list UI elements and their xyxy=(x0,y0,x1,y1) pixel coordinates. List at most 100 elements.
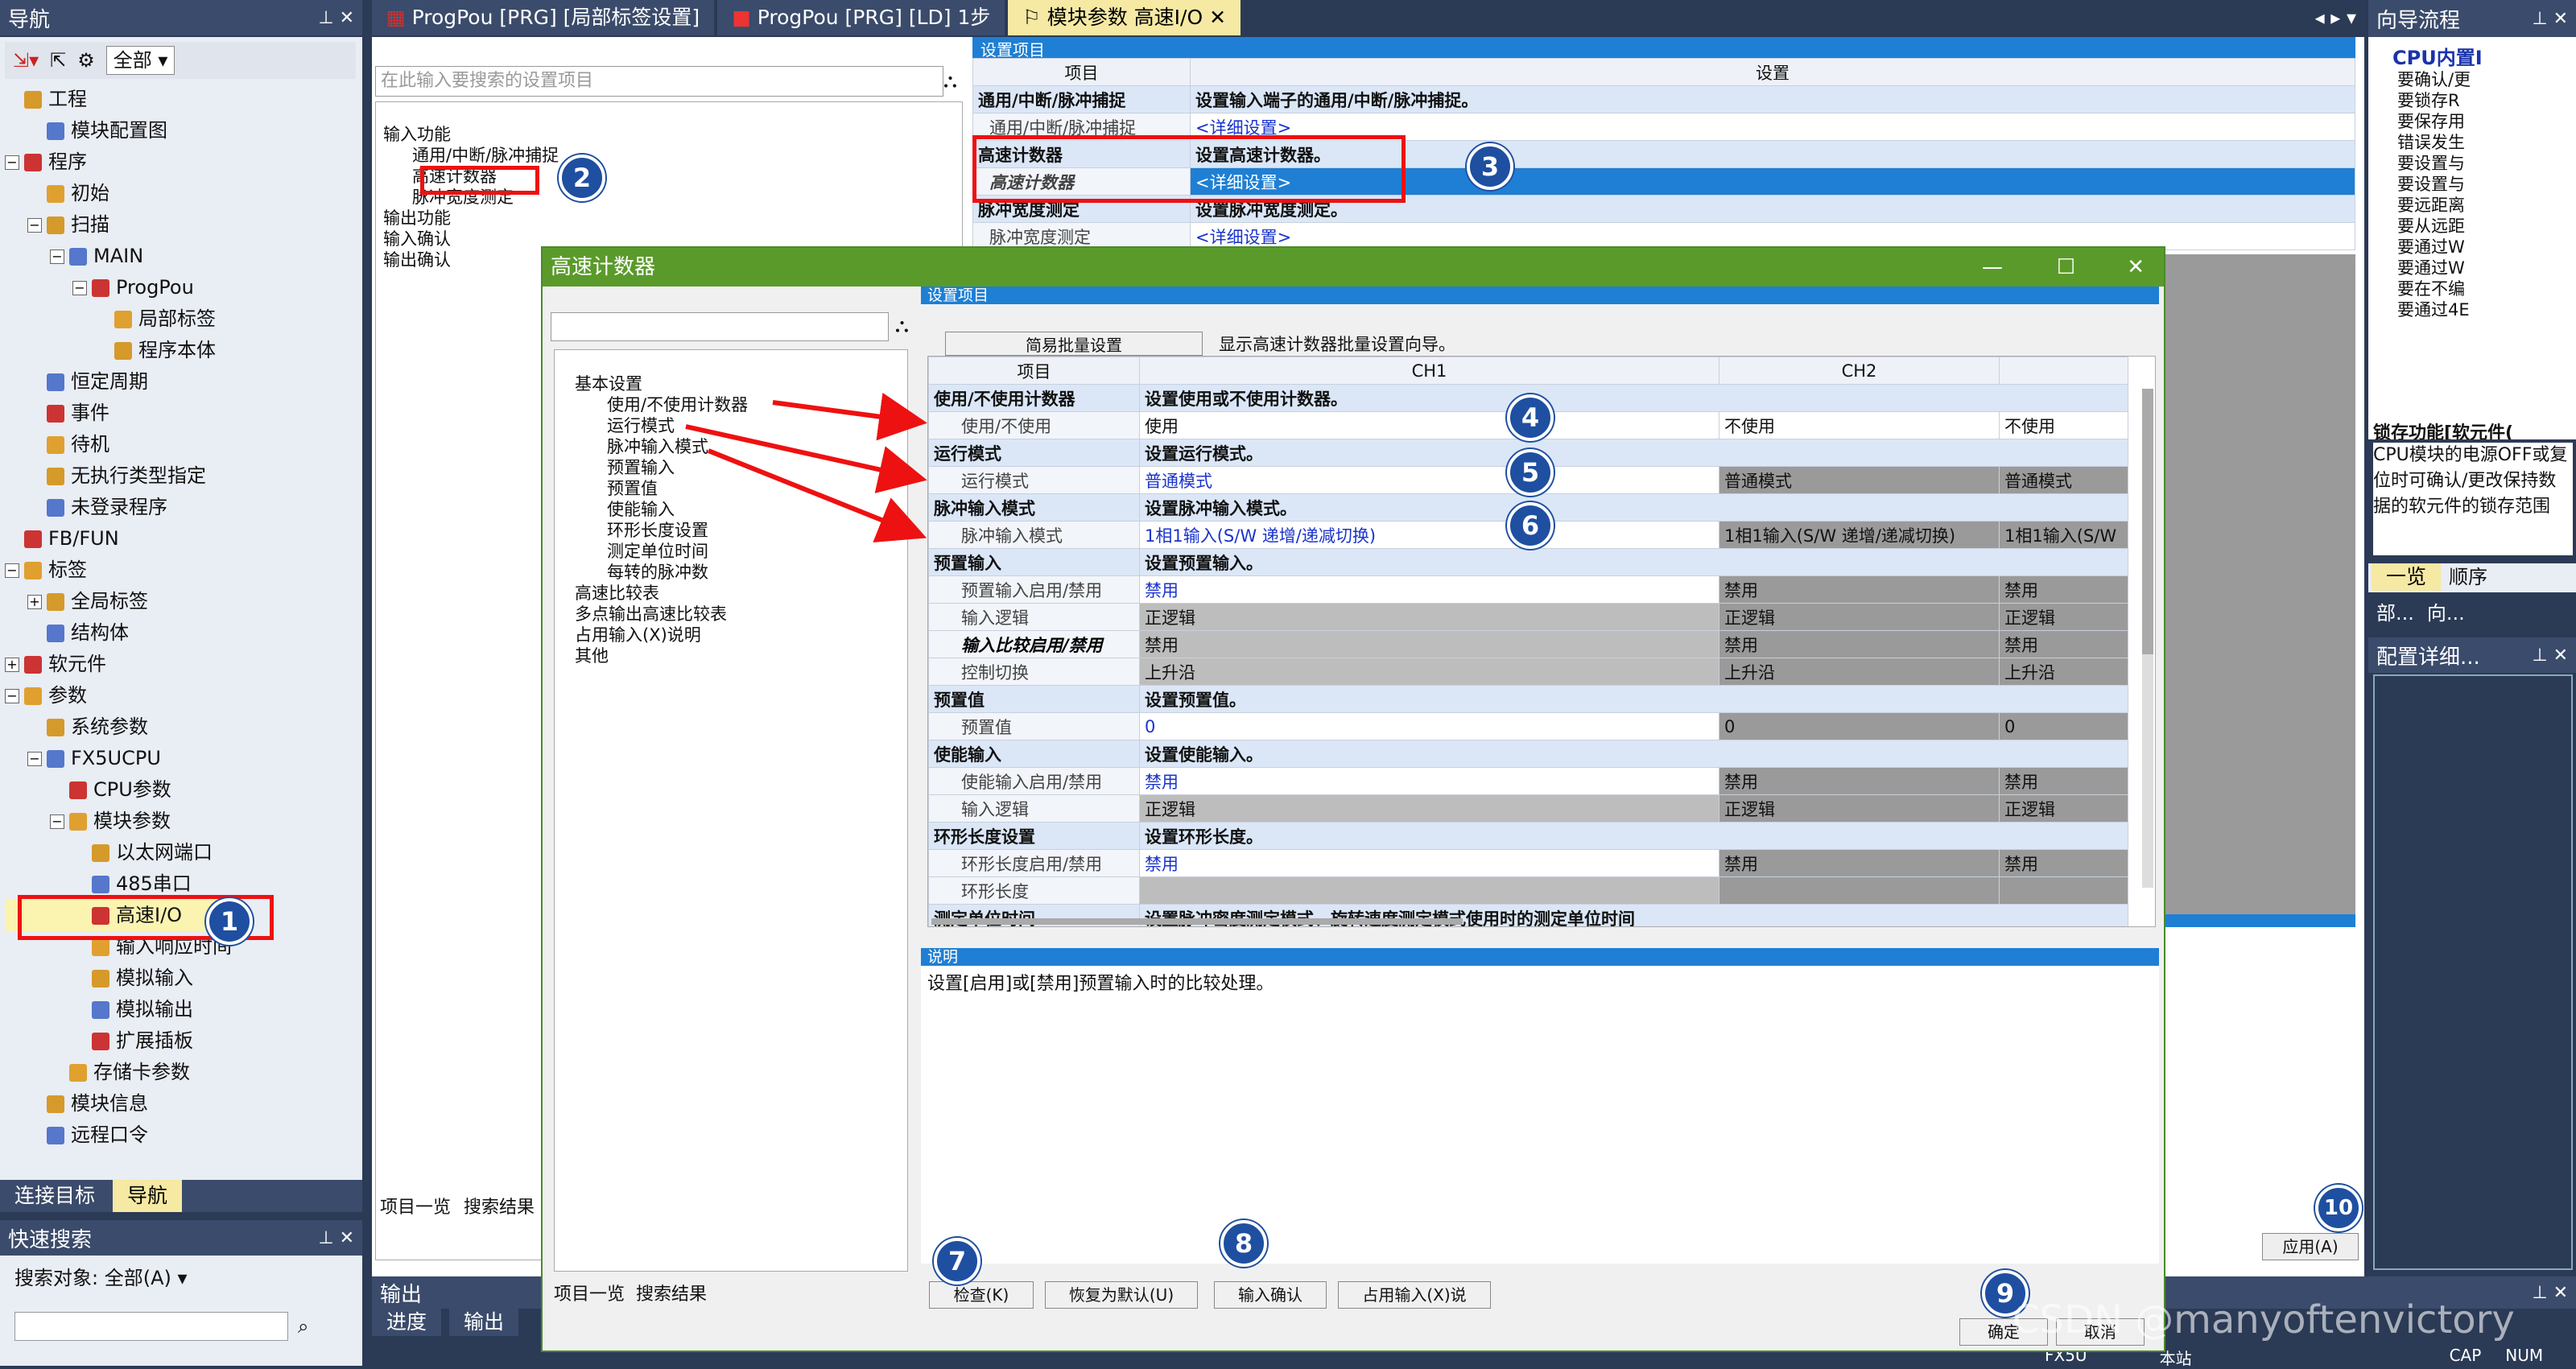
nav-tree-item[interactable]: − ProgPou xyxy=(5,272,232,303)
binoculars-icon[interactable]: ⛬ xyxy=(895,314,909,336)
ch1-value[interactable]: 禁用 xyxy=(1139,767,1719,795)
maximize-icon[interactable]: ☐ xyxy=(2057,248,2075,287)
nav-tree-item[interactable]: 模块配置图 xyxy=(5,115,232,146)
nav-tree-item[interactable]: − 扫描 xyxy=(5,209,232,241)
table-row[interactable]: 高速计数器 设置高速计数器。 xyxy=(972,140,2355,168)
horizontal-scrollbar[interactable] xyxy=(931,918,1463,925)
bg-tree-item[interactable]: 高速计数器 xyxy=(383,166,559,187)
dialog-tree-item[interactable]: 预置输入 xyxy=(559,457,748,478)
nav-tree-item[interactable]: 高速I/O xyxy=(5,900,232,931)
setting-row[interactable]: 预置输入启用/禁用 禁用 禁用 禁用 xyxy=(928,575,2128,604)
collapse-icon[interactable]: − xyxy=(5,689,19,703)
nav-tree-item[interactable]: − 程序 xyxy=(5,146,232,178)
tab-parts[interactable]: 部... xyxy=(2376,597,2414,629)
wizard-item[interactable]: 要通过W xyxy=(2397,258,2471,278)
nav-tree-item[interactable]: 事件 xyxy=(5,398,232,429)
dialog-tree-item[interactable]: 脉冲输入模式 xyxy=(559,436,748,457)
nav-tree-item[interactable]: 待机 xyxy=(5,429,232,460)
pin-close-icon[interactable]: ⊥ ✕ xyxy=(2532,645,2568,666)
pin-close-icon[interactable]: ⊥ ✕ xyxy=(2532,9,2568,29)
row-value[interactable]: 设置高速计数器。 xyxy=(1190,140,2355,168)
table-row[interactable]: 高速计数器 <详细设置> xyxy=(972,167,2355,196)
dialog-tree-item[interactable]: 测定单位时间 xyxy=(559,541,748,562)
tab-connection[interactable]: 连接目标 xyxy=(0,1180,110,1212)
ch2-value[interactable]: 普通模式 xyxy=(1719,466,2000,494)
ch3-value[interactable]: 禁用 xyxy=(1999,630,2128,658)
tab-list[interactable]: 一览 xyxy=(2372,563,2442,591)
tab-search-results[interactable]: 搜索结果 xyxy=(636,1280,707,1305)
wizard-item[interactable]: 要锁存R xyxy=(2397,90,2471,111)
ch2-value[interactable]: 禁用 xyxy=(1719,767,2000,795)
ch3-value[interactable]: 禁用 xyxy=(1999,767,2128,795)
bg-tree-item[interactable]: 脉冲宽度测定 xyxy=(383,187,559,208)
ch1-value[interactable]: 1相1输入(S/W 递增/递减切换) xyxy=(1139,521,1719,549)
nav-tree-item[interactable]: 输入响应时间 xyxy=(5,931,232,963)
setting-row[interactable]: 输入比较启用/禁用 禁用 禁用 禁用 xyxy=(928,630,2128,658)
close-icon[interactable]: ✕ xyxy=(1209,6,1226,29)
nav-tree-item[interactable]: − 模块参数 xyxy=(5,806,232,837)
collapse-icon[interactable]: − xyxy=(50,249,64,264)
tab-wizard[interactable]: 向... xyxy=(2427,597,2465,629)
ch3-value[interactable]: 不使用 xyxy=(1999,411,2128,439)
nav-tree-item[interactable]: − 标签 xyxy=(5,555,232,586)
nav-tree-item[interactable]: CPU参数 xyxy=(5,774,232,806)
ch3-value[interactable]: 普通模式 xyxy=(1999,466,2128,494)
row-value[interactable]: 设置输入端子的通用/中断/脉冲捕捉。 xyxy=(1190,85,2355,113)
expand-icon[interactable]: + xyxy=(5,658,19,672)
ch2-value[interactable]: 禁用 xyxy=(1719,575,2000,604)
tab-progress[interactable]: 进度 xyxy=(372,1309,442,1336)
collapse-icon[interactable]: ⇱ xyxy=(50,49,66,72)
occupied-input-button[interactable]: 占用输入(X)说 xyxy=(1338,1281,1491,1309)
bg-tree-item[interactable]: 输出功能 xyxy=(383,208,559,229)
nav-tree-item[interactable]: + 全局标签 xyxy=(5,586,232,617)
gear-icon[interactable]: ⚙ xyxy=(77,49,95,72)
bg-tree-item[interactable]: 输入确认 xyxy=(383,229,559,249)
wizard-item[interactable]: 要设置与 xyxy=(2397,153,2471,174)
nav-tree-item[interactable]: − 参数 xyxy=(5,680,232,711)
ch1-value[interactable]: 正逻辑 xyxy=(1139,794,1719,823)
ch3-value[interactable]: 上升沿 xyxy=(1999,658,2128,686)
wizard-item[interactable]: 要保存用 xyxy=(2397,111,2471,132)
collapse-icon[interactable]: − xyxy=(72,281,87,295)
ch2-value[interactable] xyxy=(1719,876,2000,905)
tab-ladder[interactable]: ■ ProgPou [PRG] [LD] 1步 xyxy=(717,0,1005,35)
ch2-value[interactable]: 不使用 xyxy=(1719,411,2000,439)
bg-tree-item[interactable]: 输入功能 xyxy=(383,124,559,145)
dialog-tree-item[interactable]: 使能输入 xyxy=(559,499,748,520)
wizard-item[interactable]: 要从远距 xyxy=(2397,216,2471,237)
dialog-tree-item[interactable]: 高速比较表 xyxy=(559,583,748,604)
tab-module-params[interactable]: ⚐ 模块参数 高速I/O ✕ xyxy=(1008,0,1241,35)
close-icon[interactable]: ✕ xyxy=(2127,248,2145,287)
nav-tree-item[interactable]: 无执行类型指定 xyxy=(5,460,232,492)
pin-close-icon[interactable]: ⊥ ✕ xyxy=(318,8,354,28)
nav-tree-item[interactable]: 存储卡参数 xyxy=(5,1057,232,1088)
ch3-value[interactable]: 0 xyxy=(1999,712,2128,740)
wizard-item[interactable]: 要通过W xyxy=(2397,237,2471,258)
nav-tree-item[interactable]: 恒定周期 xyxy=(5,366,232,398)
tab-navigation[interactable]: 导航 xyxy=(113,1180,183,1212)
vertical-scrollbar[interactable] xyxy=(2142,389,2153,888)
table-row[interactable]: 通用/中断/脉冲捕捉 <详细设置> xyxy=(972,113,2355,141)
nav-tree-item[interactable]: 模块信息 xyxy=(5,1088,232,1120)
ch1-value[interactable]: 上升沿 xyxy=(1139,658,1719,686)
ch2-value[interactable]: 正逻辑 xyxy=(1719,794,2000,823)
dialog-tree-item[interactable]: 环形长度设置 xyxy=(559,520,748,541)
filter-select[interactable]: 全部 ▾ xyxy=(105,46,175,75)
ch3-value[interactable]: 禁用 xyxy=(1999,575,2128,604)
batch-settings-button[interactable]: 简易批量设置 xyxy=(945,332,1203,356)
nav-tree-item[interactable]: 模拟输入 xyxy=(5,963,232,994)
pin-close-icon[interactable]: ⊥ ✕ xyxy=(2532,1283,2568,1303)
ch1-value[interactable]: 0 xyxy=(1139,712,1719,740)
quick-search-input[interactable] xyxy=(14,1312,288,1341)
dialog-search-input[interactable] xyxy=(551,312,889,341)
tab-item-list[interactable]: 项目一览 xyxy=(554,1280,625,1305)
wizard-item[interactable]: 错误发生 xyxy=(2397,132,2471,153)
expand-icon[interactable]: + xyxy=(27,595,42,609)
nav-tree-item[interactable]: 485串口 xyxy=(5,868,232,900)
nav-tree-item[interactable]: 初始 xyxy=(5,178,232,209)
bg-search-input[interactable]: 在此输入要搜索的设置项目 xyxy=(375,66,943,97)
bg-tree-item[interactable]: 通用/中断/脉冲捕捉 xyxy=(383,145,559,166)
nav-tree-item[interactable]: + 软元件 xyxy=(5,649,232,680)
wizard-item[interactable]: 要在不编 xyxy=(2397,278,2471,299)
collapse-icon[interactable]: − xyxy=(27,218,42,233)
